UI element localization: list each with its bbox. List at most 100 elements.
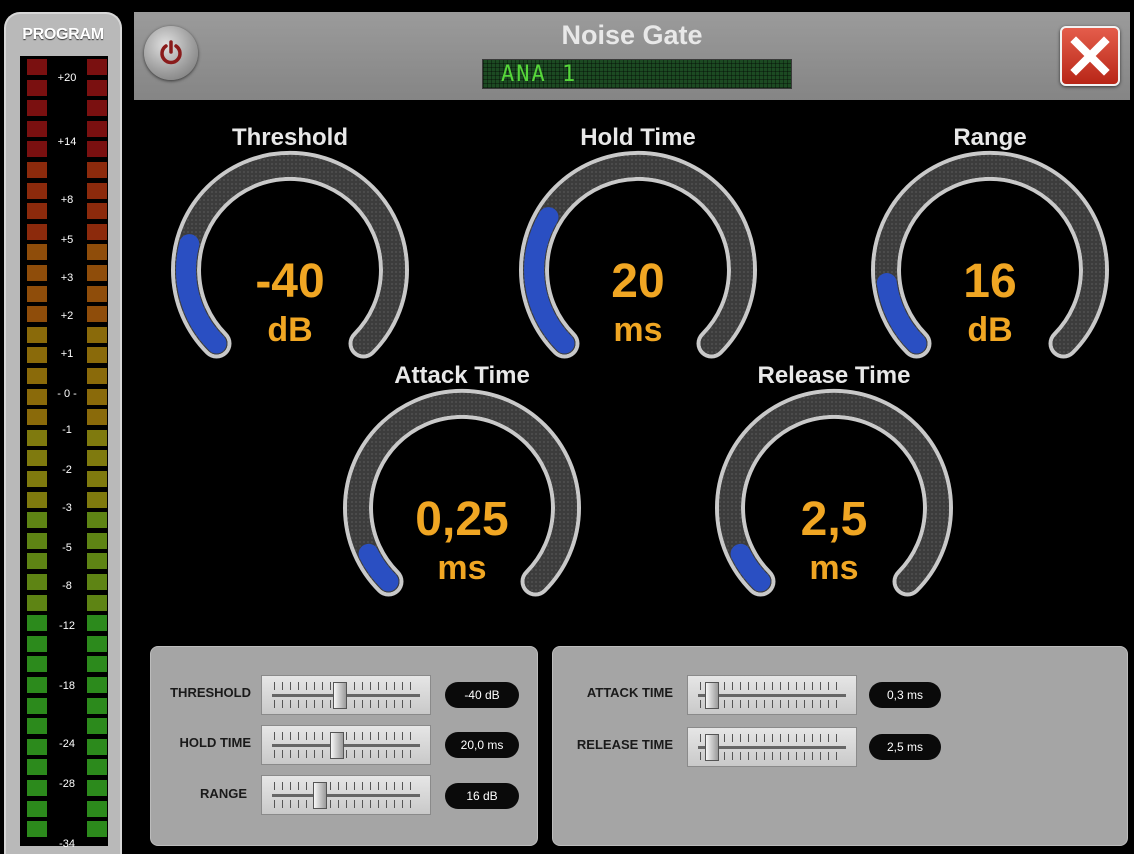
knob-value: -40 (255, 255, 325, 308)
meter-segment (26, 325, 48, 344)
meter-segment (26, 305, 48, 324)
meter-segment (86, 346, 108, 365)
meter-segment (26, 676, 48, 694)
meter-segment (86, 820, 108, 839)
meter-bars: +20 +14 +8 +5 +3 +2 +1 - 0 - -1 -2 -3 -5 -8 -12 -18 -24… (20, 56, 108, 850)
meter-segment (26, 779, 48, 797)
meter-segment (86, 552, 108, 571)
slider-thumb[interactable] (704, 734, 719, 761)
slider-thumb[interactable] (333, 682, 348, 709)
meter-segment (26, 284, 48, 303)
meter-segment (86, 779, 108, 797)
meter-segment (26, 58, 48, 76)
knob-label: Threshold (231, 124, 348, 151)
meter-scale-label: -8 (62, 580, 72, 592)
channel-name: ANA 1 (501, 62, 578, 87)
knob-unit: dB (967, 311, 1013, 349)
meter-segment (86, 181, 108, 200)
knob-unit: ms (613, 311, 663, 349)
release-time-slider-label: RELEASE TIME (576, 737, 673, 752)
meter-segment (26, 573, 48, 591)
meter-segment (26, 202, 48, 221)
slider-thumb[interactable] (704, 682, 719, 709)
meter-segment (26, 511, 48, 530)
meter-segment (86, 470, 108, 488)
meter-segment (86, 222, 108, 241)
meter-segment (86, 58, 108, 76)
meter-scale-label: -2 (62, 464, 72, 476)
meter-segment (26, 470, 48, 488)
meter-segment (26, 78, 48, 97)
meter-segment (26, 264, 48, 282)
meter-segment (26, 696, 48, 715)
meter-segment (86, 325, 108, 344)
meter-segment (86, 593, 108, 612)
knob-label: Attack Time (394, 362, 530, 389)
meter-segment (86, 799, 108, 818)
range-slider-label: RANGE (200, 786, 247, 801)
knob-label: Range (953, 124, 1027, 151)
meter-scale-label: -1 (62, 424, 72, 436)
meter-scale-label: -12 (59, 620, 75, 632)
meter-segment (26, 222, 48, 241)
meter-segment (86, 408, 108, 427)
meter-segment (26, 181, 48, 200)
knob-unit: ms (437, 549, 487, 587)
meter-segment (86, 737, 108, 756)
meter-scale-label: -28 (59, 778, 75, 790)
meter-scale-label: -5 (62, 542, 72, 554)
meter-segment (86, 717, 108, 736)
meter-scale-label: - 0 - (57, 388, 77, 400)
meter-scale-label: +5 (60, 234, 74, 246)
slider-thumb[interactable] (330, 732, 345, 759)
meter-segment (26, 449, 48, 468)
meter-segment (26, 552, 48, 571)
channel-display: ANA 1 (482, 59, 792, 89)
slider-panel-gate: THRESHOLD -40 dB HOLD TIME 20,0 ms RANGE… (150, 646, 538, 846)
knob-value: 0,25 (415, 493, 509, 546)
attack-time-slider[interactable] (687, 675, 857, 715)
meter-segment (86, 676, 108, 694)
release-time-slider[interactable] (687, 727, 857, 767)
attack-time-readout: 0,3 ms (869, 682, 941, 708)
meter-segment (86, 573, 108, 591)
meter-segment (26, 346, 48, 365)
meter-scale-label: +14 (57, 136, 77, 148)
slider-thumb[interactable] (312, 782, 327, 809)
knob-value: 16 (963, 255, 1017, 308)
meter-segment (26, 243, 48, 262)
close-button[interactable] (1060, 26, 1120, 86)
meter-segment (86, 614, 108, 633)
meter-scale-label: -34 (59, 838, 75, 850)
meter-segment (26, 717, 48, 736)
page-title: Noise Gate (561, 20, 703, 50)
meter-segment (86, 655, 108, 674)
knob-value: 20 (611, 255, 665, 308)
threshold-slider[interactable] (261, 675, 431, 715)
meter-segment (86, 202, 108, 221)
meter-segment (86, 387, 108, 406)
meter-scale-label: -24 (59, 738, 75, 750)
knob-value: 2,5 (800, 493, 868, 546)
threshold-slider-label: THRESHOLD (170, 685, 251, 700)
meter-segment (86, 99, 108, 118)
program-level-meter: PROGRAM +20 +14 +8 +5 +3 +2 +1 - 0 - -1 -2 -3 -5 -8 -… (4, 12, 122, 854)
meter-segment (86, 119, 108, 138)
meter-segment (26, 758, 48, 777)
meter-segment (26, 655, 48, 674)
meter-segment (86, 305, 108, 324)
meter-scale-label: +3 (60, 272, 74, 284)
close-icon (1070, 36, 1110, 76)
knob-unit: dB (267, 311, 313, 349)
knob-label: Release Time (757, 362, 911, 389)
meter-scale-label: +20 (57, 72, 77, 84)
hold-time-slider[interactable] (261, 725, 431, 765)
meter-segment (26, 387, 48, 406)
hold-time-readout: 20,0 ms (445, 732, 519, 758)
meter-scale-label: +8 (60, 194, 74, 206)
meter-segment (26, 614, 48, 633)
meter-segment (86, 78, 108, 97)
meter-segment (86, 531, 108, 550)
meter-segment (86, 758, 108, 777)
range-slider[interactable] (261, 775, 431, 815)
